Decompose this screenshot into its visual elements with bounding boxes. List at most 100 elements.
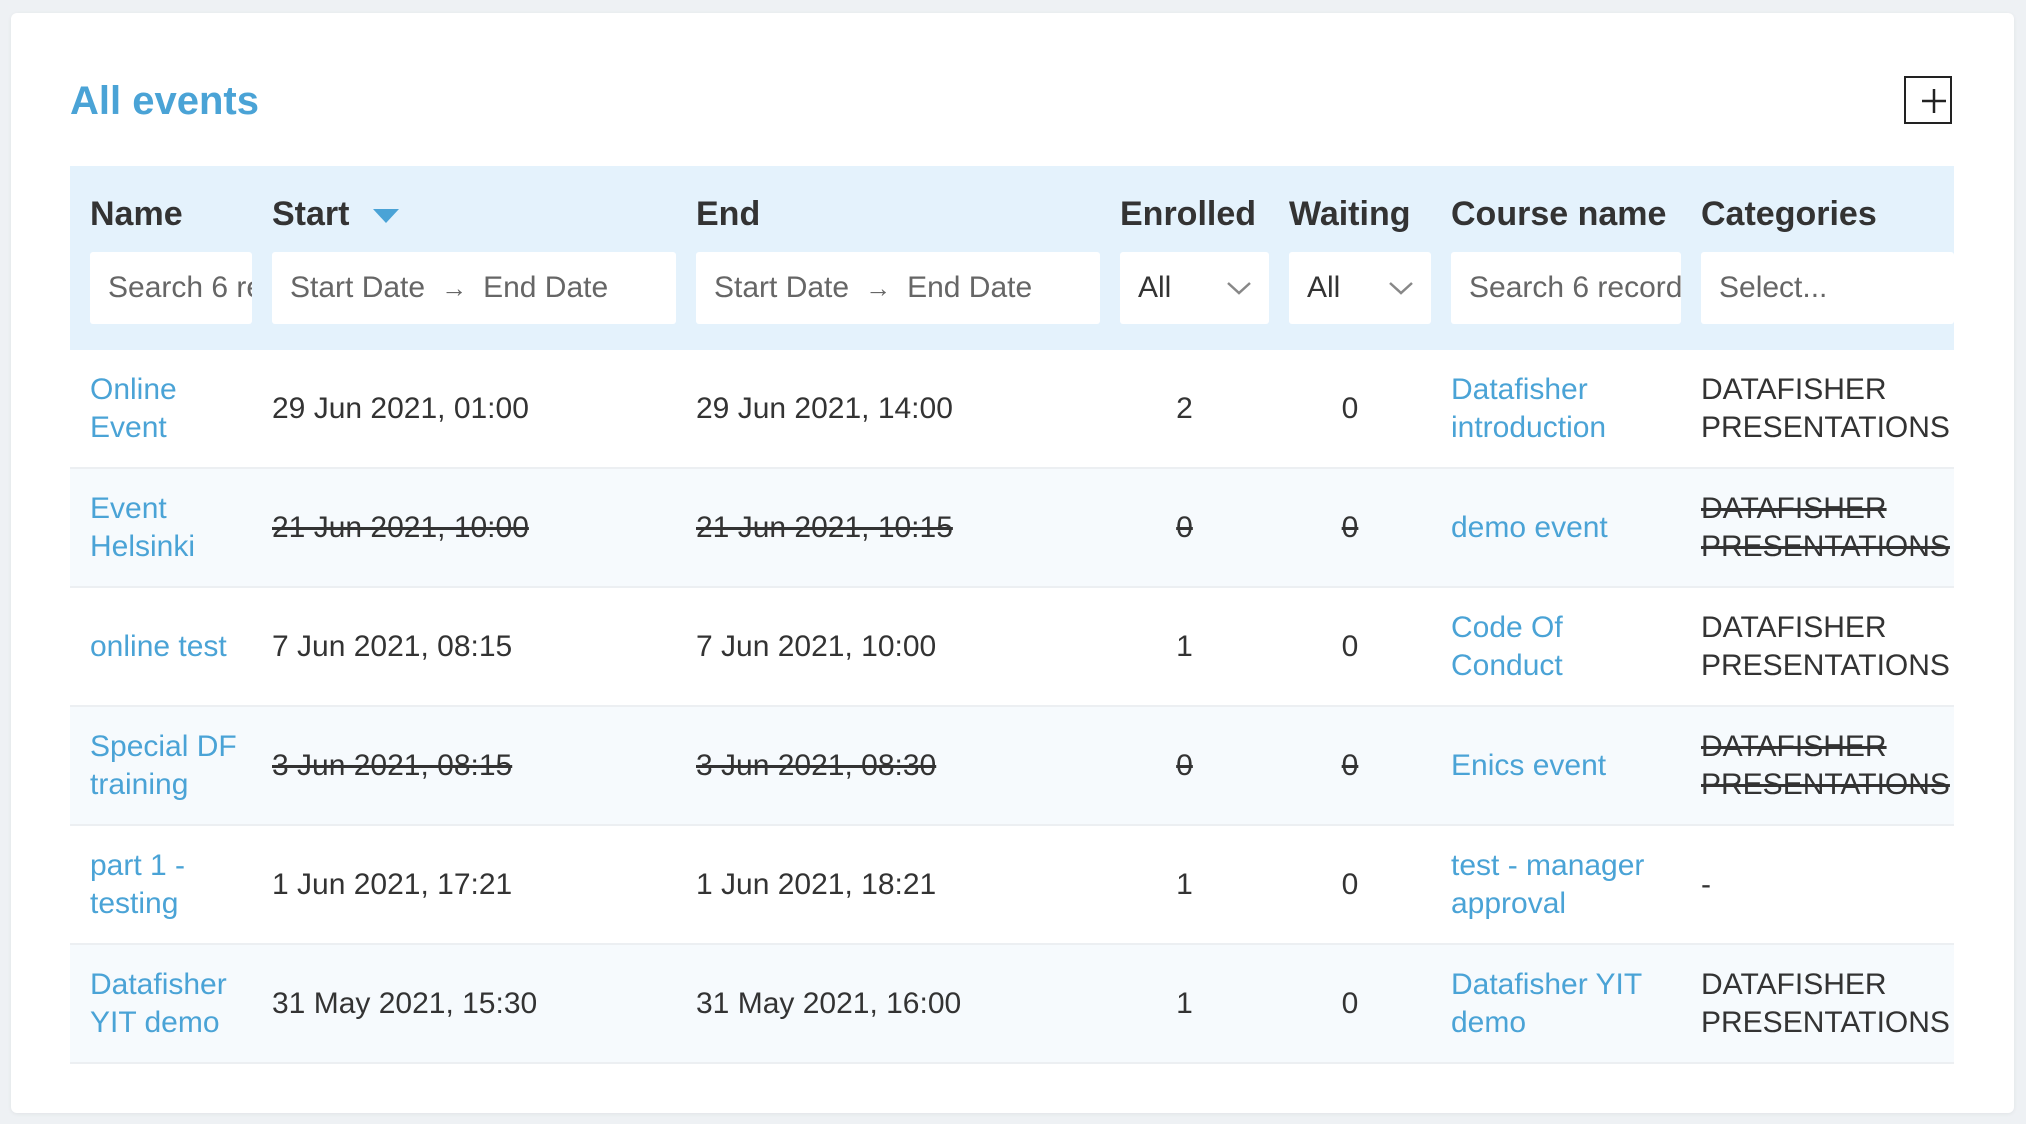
- table-row[interactable]: part 1 - testing 1 Jun 2021, 17:21 1 Jun 2…: [70, 825, 1954, 945]
- waiting-filter-select[interactable]: All: [1289, 252, 1431, 324]
- course-name-link[interactable]: Code Of Conduct: [1451, 611, 1563, 682]
- cell-enrolled: 2: [1100, 350, 1269, 469]
- waiting-count: 0: [1341, 391, 1359, 425]
- event-name-link[interactable]: part 1 - testing: [90, 849, 185, 920]
- course-name-link[interactable]: Datafisher introduction: [1451, 373, 1606, 444]
- column-header-end[interactable]: End: [676, 166, 1100, 250]
- start-datetime: 29 Jun 2021, 01:00: [272, 391, 529, 425]
- start-date-range-input[interactable]: Start Date → End Date: [272, 252, 676, 324]
- column-header-categories[interactable]: Categories: [1681, 166, 1954, 250]
- column-header-name[interactable]: Name: [70, 166, 252, 250]
- cell-start: 29 Jun 2021, 01:00: [252, 350, 676, 469]
- column-header-waiting[interactable]: Waiting: [1269, 166, 1431, 250]
- event-name-link[interactable]: online test: [90, 630, 227, 663]
- cell-waiting: 0: [1269, 944, 1431, 1064]
- cell-category: DATAFISHER PRESENTATIONS: [1681, 587, 1954, 707]
- event-name-link[interactable]: Event Helsinki: [90, 492, 195, 563]
- course-name-link[interactable]: Enics event: [1451, 749, 1606, 782]
- event-name-link[interactable]: Online Event: [90, 373, 177, 444]
- end-datetime: 3 Jun 2021, 08:30: [696, 748, 937, 782]
- column-header-course[interactable]: Course name: [1431, 166, 1681, 250]
- table-row[interactable]: Special DF training 3 Jun 2021, 08:15 3 Ju…: [70, 706, 1954, 826]
- start-datetime: 21 Jun 2021, 10:00: [272, 510, 529, 544]
- cell-start: 21 Jun 2021, 10:00: [252, 468, 676, 588]
- cell-end: 31 May 2021, 16:00: [676, 944, 1100, 1064]
- page-title: All events: [70, 79, 259, 123]
- cell-name: Online Event: [70, 350, 252, 469]
- cell-category: DATAFISHER PRESENTATIONS: [1681, 944, 1954, 1064]
- events-table-wrapper: Name Start End Enrolled Waiting Course n…: [70, 166, 1954, 1064]
- column-header-start[interactable]: Start: [252, 166, 676, 250]
- cell-start: 7 Jun 2021, 08:15: [252, 587, 676, 707]
- course-name-link[interactable]: demo event: [1451, 511, 1608, 544]
- cell-waiting: 0: [1269, 350, 1431, 469]
- end-range-from[interactable]: Start Date: [696, 271, 849, 305]
- table-row[interactable]: online test 7 Jun 2021, 08:15 7 Jun 2021, …: [70, 587, 1954, 707]
- sort-down-icon[interactable]: [371, 195, 401, 234]
- enrolled-count: 0: [1176, 748, 1193, 782]
- events-table-body: Online Event 29 Jun 2021, 01:00 29 Jun 202…: [70, 350, 1954, 1064]
- enrolled-count: 1: [1176, 629, 1193, 663]
- cell-waiting: 0: [1269, 825, 1431, 945]
- table-header-row: Name Start End Enrolled Waiting Course n…: [70, 166, 1954, 250]
- cell-course: Datafisher introduction: [1431, 350, 1681, 469]
- cell-start: 3 Jun 2021, 08:15: [252, 706, 676, 826]
- cell-name: part 1 - testing: [70, 825, 252, 945]
- cell-category: -: [1681, 825, 1954, 945]
- chevron-down-icon: [1389, 282, 1413, 295]
- start-range-to[interactable]: End Date: [483, 271, 608, 305]
- table-row[interactable]: Event Helsinki 21 Jun 2021, 10:00 21 Jun 2…: [70, 468, 1954, 588]
- course-name-link[interactable]: Datafisher YIT demo: [1451, 968, 1642, 1039]
- start-datetime: 1 Jun 2021, 17:21: [272, 867, 513, 901]
- cell-category: DATAFISHER PRESENTATIONS: [1681, 350, 1954, 469]
- cell-waiting: 0: [1269, 468, 1431, 588]
- name-search-input[interactable]: Search 6 records: [90, 252, 252, 324]
- cell-enrolled: 0: [1100, 468, 1269, 588]
- category-label: DATAFISHER PRESENTATIONS: [1701, 372, 1950, 444]
- enrolled-count: 1: [1176, 867, 1193, 901]
- cell-end: 1 Jun 2021, 18:21: [676, 825, 1100, 945]
- cell-waiting: 0: [1269, 706, 1431, 826]
- end-datetime: 29 Jun 2021, 14:00: [696, 391, 953, 425]
- table-row[interactable]: Datafisher YIT demo 31 May 2021, 15:30 31 …: [70, 944, 1954, 1064]
- categories-filter-select[interactable]: Select...: [1701, 252, 1954, 324]
- cell-course: Datafisher YIT demo: [1431, 944, 1681, 1064]
- category-label: -: [1701, 867, 1711, 901]
- start-range-from[interactable]: Start Date: [272, 271, 425, 305]
- event-name-link[interactable]: Special DF training: [90, 730, 237, 801]
- category-label: DATAFISHER PRESENTATIONS: [1701, 729, 1950, 801]
- event-name-link[interactable]: Datafisher YIT demo: [90, 968, 227, 1039]
- course-name-link[interactable]: test - manager approval: [1451, 849, 1644, 920]
- cell-course: Enics event: [1431, 706, 1681, 826]
- enrolled-filter-select[interactable]: All: [1120, 252, 1269, 324]
- range-arrow-icon: →: [441, 272, 468, 303]
- column-header-enrolled[interactable]: Enrolled: [1100, 166, 1269, 250]
- cell-category: DATAFISHER PRESENTATIONS: [1681, 468, 1954, 588]
- end-datetime: 7 Jun 2021, 10:00: [696, 629, 937, 663]
- cell-enrolled: 0: [1100, 706, 1269, 826]
- cell-enrolled: 1: [1100, 944, 1269, 1064]
- enrolled-count: 2: [1176, 391, 1193, 425]
- cell-name: Event Helsinki: [70, 468, 252, 588]
- enrolled-count: 0: [1176, 510, 1193, 544]
- events-table: Name Start End Enrolled Waiting Course n…: [70, 166, 1954, 1064]
- category-label: DATAFISHER PRESENTATIONS: [1701, 491, 1950, 563]
- waiting-count: 0: [1341, 986, 1359, 1020]
- category-label: DATAFISHER PRESENTATIONS: [1701, 967, 1950, 1039]
- end-range-to[interactable]: End Date: [907, 271, 1032, 305]
- enrolled-count: 1: [1176, 986, 1193, 1020]
- table-row[interactable]: Online Event 29 Jun 2021, 01:00 29 Jun 202…: [70, 350, 1954, 469]
- course-search-input[interactable]: Search 6 records: [1451, 252, 1681, 324]
- cell-course: test - manager approval: [1431, 825, 1681, 945]
- waiting-count: 0: [1341, 510, 1359, 544]
- end-date-range-input[interactable]: Start Date → End Date: [696, 252, 1100, 324]
- cell-end: 21 Jun 2021, 10:15: [676, 468, 1100, 588]
- cell-enrolled: 1: [1100, 587, 1269, 707]
- cell-course: demo event: [1431, 468, 1681, 588]
- cell-waiting: 0: [1269, 587, 1431, 707]
- column-header-start-label: Start: [272, 195, 350, 233]
- events-card: All events Name Start End Enrolled Waiti…: [11, 13, 2014, 1113]
- cell-start: 1 Jun 2021, 17:21: [252, 825, 676, 945]
- cell-start: 31 May 2021, 15:30: [252, 944, 676, 1064]
- add-event-button[interactable]: [1904, 76, 1952, 124]
